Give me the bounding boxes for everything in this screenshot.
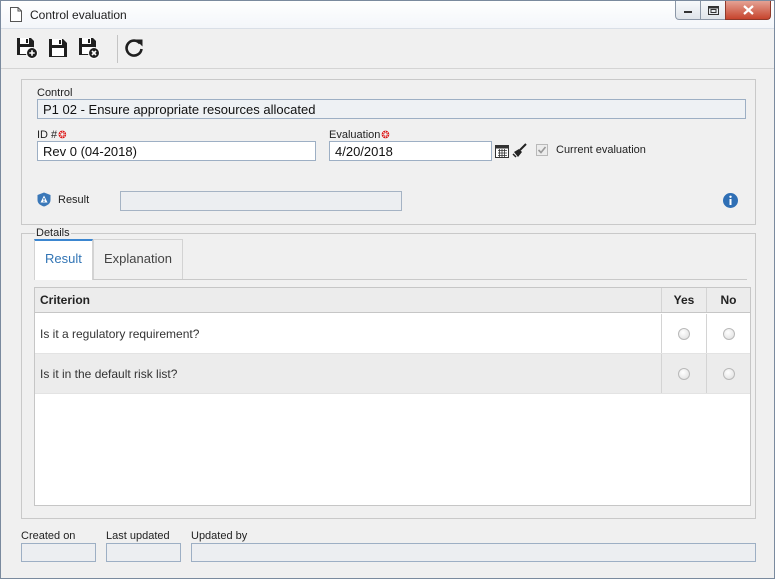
tab-result[interactable]: Result (34, 239, 93, 280)
created-on-label: Created on (21, 530, 76, 542)
required-icon: ❂ (58, 130, 67, 141)
save-close-icon (79, 38, 100, 59)
checkmark-icon (537, 146, 547, 154)
updated-by-field (191, 543, 756, 562)
evaluation-label: Evaluation❂ (329, 129, 390, 141)
control-field[interactable]: P1 02 - Ensure appropriate resources all… (37, 99, 746, 119)
evaluation-date-field[interactable]: 4/20/2018 (329, 141, 492, 161)
no-radio[interactable] (722, 327, 735, 340)
shield-warning-icon (37, 192, 51, 207)
current-evaluation-checkbox[interactable] (536, 144, 548, 156)
tab-explanation[interactable]: Explanation (93, 239, 183, 279)
maximize-icon (707, 5, 719, 15)
toolbar-separator (117, 35, 118, 63)
required-icon: ❂ (381, 130, 390, 141)
no-cell (707, 314, 750, 353)
minimize-button[interactable] (675, 1, 701, 20)
toolbar (1, 29, 774, 69)
table-row: Is it in the default risk list? (35, 354, 750, 394)
minimize-icon (684, 11, 692, 13)
save-close-button[interactable] (78, 37, 100, 59)
yes-radio[interactable] (678, 367, 690, 380)
last-updated-field (106, 543, 181, 562)
broom-icon (512, 143, 527, 158)
yes-cell (662, 314, 706, 353)
window-title: Control evaluation (30, 8, 127, 22)
document-icon (10, 7, 22, 22)
save-new-button[interactable] (16, 37, 38, 59)
control-label: Control (37, 87, 73, 99)
info-icon[interactable] (723, 193, 738, 208)
window-controls (675, 1, 771, 21)
criterion-cell: Is it a regulatory requirement? (40, 326, 200, 341)
criteria-table: Criterion Yes No Is it a regulatory requ… (34, 287, 751, 506)
current-evaluation-label: Current evaluation (556, 144, 646, 156)
title-bar: Control evaluation (1, 1, 774, 29)
calendar-icon (495, 145, 509, 158)
close-button[interactable] (725, 1, 771, 20)
table-header: Criterion Yes No (35, 288, 750, 313)
details-label: Details (35, 227, 71, 239)
result-field (120, 191, 402, 211)
refresh-icon (125, 39, 143, 57)
save-button[interactable] (47, 37, 69, 59)
id-label: ID #❂ (37, 129, 67, 141)
maximize-button[interactable] (700, 1, 726, 20)
result-label: Result (58, 194, 90, 206)
updated-by-label: Updated by (191, 530, 248, 542)
created-on-field (21, 543, 96, 562)
column-header-criterion: Criterion (40, 293, 91, 307)
details-tabs: Result Explanation (34, 239, 747, 280)
no-radio[interactable] (722, 367, 735, 380)
no-cell (707, 354, 750, 393)
criterion-cell: Is it in the default risk list? (40, 366, 178, 381)
clear-date-button[interactable] (511, 141, 529, 161)
save-new-icon (17, 38, 38, 59)
table-row: Is it a regulatory requirement? (35, 314, 750, 354)
close-icon (742, 5, 754, 15)
column-header-no: No (720, 293, 737, 307)
id-field[interactable]: Rev 0 (04-2018) (37, 141, 316, 161)
refresh-button[interactable] (123, 37, 145, 59)
yes-cell (662, 354, 706, 393)
calendar-button[interactable] (493, 141, 511, 161)
column-header-yes: Yes (673, 293, 695, 307)
control-evaluation-window: Control evaluation Control P1 02 - Ensur… (0, 0, 775, 579)
yes-radio[interactable] (678, 327, 690, 340)
last-updated-label: Last updated (106, 530, 170, 542)
save-icon (49, 39, 67, 57)
